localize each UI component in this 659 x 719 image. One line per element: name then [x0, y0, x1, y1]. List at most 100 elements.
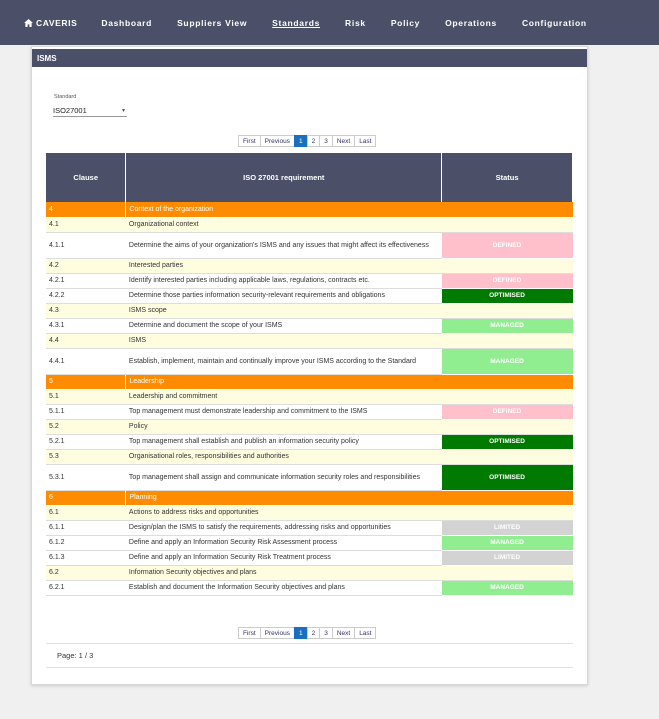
- page-2-button[interactable]: 2: [306, 627, 321, 639]
- status-cell: OPTIMISED: [441, 464, 573, 491]
- clause-cell: 6.1: [46, 505, 126, 521]
- divider: [46, 667, 573, 668]
- section-row[interactable]: 4 Context of the organization: [46, 202, 573, 218]
- subsection-row[interactable]: 4.3 ISMS scope: [46, 303, 573, 319]
- table-row[interactable]: 6.2.1 Establish and document the Informat…: [46, 580, 573, 596]
- clause-cell: 5: [46, 374, 126, 390]
- chevron-down-icon: ▾: [121, 108, 125, 114]
- next-page-button[interactable]: Next: [331, 135, 356, 147]
- page-3-button[interactable]: 3: [319, 135, 333, 147]
- table-row[interactable]: 4.4.1 Establish, implement, maintain and …: [46, 348, 573, 375]
- clause-cell: 5.3.1: [46, 464, 126, 491]
- status-cell: [441, 490, 573, 506]
- standard-select[interactable]: ISO27001 ▾: [53, 105, 127, 117]
- table-row[interactable]: 6.1.2 Define and apply an Information Sec…: [46, 535, 573, 551]
- status-cell: DEFINED: [441, 232, 573, 259]
- standard-label: Standard: [54, 94, 77, 100]
- page-info: Page: 1 / 3: [57, 651, 94, 660]
- table-row[interactable]: 4.2.1 Identify interested parties includi…: [46, 273, 573, 289]
- requirement-cell: Context of the organization: [125, 202, 442, 218]
- clause-cell: 4: [46, 202, 126, 218]
- clause-cell: 5.1: [46, 389, 126, 405]
- requirement-cell: Leadership: [125, 374, 442, 390]
- section-row[interactable]: 6 Planning: [46, 490, 573, 506]
- section-row[interactable]: 5 Leadership: [46, 374, 573, 390]
- column-header-requirement[interactable]: ISO 27001 requirement: [125, 153, 443, 202]
- requirement-cell: Determine and document the scope of your…: [125, 318, 442, 334]
- status-cell: [441, 505, 573, 521]
- clause-cell: 4.3: [46, 303, 126, 319]
- requirement-cell: Define and apply an Information Security…: [125, 535, 442, 551]
- clause-cell: 5.2.1: [46, 434, 126, 450]
- status-cell: MANAGED: [441, 580, 573, 596]
- isms-panel: ISMS Standard ISO27001 ▾ First Previous …: [31, 46, 588, 685]
- last-page-button[interactable]: Last: [354, 627, 377, 639]
- table-row[interactable]: 5.3.1 Top management shall assign and com…: [46, 464, 573, 491]
- subsection-row[interactable]: 5.2 Policy: [46, 419, 573, 435]
- clause-cell: 6.1.1: [46, 520, 126, 536]
- table-row[interactable]: 4.3.1 Determine and document the scope of…: [46, 318, 573, 334]
- nav-risk[interactable]: Risk: [345, 18, 366, 28]
- home-icon: [24, 18, 33, 27]
- clause-cell: 4.1.1: [46, 232, 126, 259]
- first-page-button[interactable]: First: [238, 627, 261, 639]
- requirement-cell: Leadership and commitment: [125, 389, 442, 405]
- status-cell: OPTIMISED: [441, 434, 573, 450]
- page-2-button[interactable]: 2: [306, 135, 321, 147]
- status-cell: MANAGED: [441, 318, 573, 334]
- page-3-button[interactable]: 3: [319, 627, 333, 639]
- table-row[interactable]: 4.1.1 Determine the aims of your organiza…: [46, 232, 573, 259]
- requirement-cell: Top management shall assign and communic…: [125, 464, 442, 491]
- previous-page-button[interactable]: Previous: [259, 135, 295, 147]
- column-header-clause[interactable]: Clause: [46, 153, 127, 202]
- previous-page-button[interactable]: Previous: [259, 627, 295, 639]
- status-cell: [441, 449, 573, 465]
- status-cell: [441, 389, 573, 405]
- table-row[interactable]: 6.1.1 Design/plan the ISMS to satisfy the…: [46, 520, 573, 536]
- requirement-cell: Determine those parties information secu…: [125, 288, 442, 304]
- requirement-cell: Design/plan the ISMS to satisfy the requ…: [125, 520, 442, 536]
- requirement-cell: Actions to address risks and opportuniti…: [125, 505, 442, 521]
- status-cell: [441, 565, 573, 581]
- nav-standards[interactable]: Standards: [272, 18, 320, 28]
- table-row[interactable]: 6.1.3 Define and apply an Information Sec…: [46, 550, 573, 566]
- status-cell: [441, 333, 573, 349]
- status-cell: MANAGED: [441, 535, 573, 551]
- pagination-bottom: First Previous 1 2 3 Next Last: [238, 627, 377, 639]
- standard-value: ISO27001: [53, 106, 87, 115]
- subsection-row[interactable]: 6.1 Actions to address risks and opportun…: [46, 505, 573, 521]
- brand[interactable]: CAVERIS: [24, 18, 77, 28]
- subsection-row[interactable]: 5.1 Leadership and commitment: [46, 389, 573, 405]
- clause-cell: 4.3.1: [46, 318, 126, 334]
- clause-cell: 4.4.1: [46, 348, 126, 375]
- table-row[interactable]: 5.2.1 Top management shall establish and …: [46, 434, 573, 450]
- nav-dashboard[interactable]: Dashboard: [101, 18, 152, 28]
- nav-suppliers-view[interactable]: Suppliers View: [177, 18, 247, 28]
- column-header-status[interactable]: Status: [441, 153, 573, 202]
- first-page-button[interactable]: First: [238, 135, 261, 147]
- status-cell: DEFINED: [441, 404, 573, 420]
- page-1-button[interactable]: 1: [293, 135, 308, 147]
- table-row[interactable]: 4.2.2 Determine those parties information…: [46, 288, 573, 304]
- nav-policy[interactable]: Policy: [391, 18, 420, 28]
- subsection-row[interactable]: 4.1 Organizational context: [46, 217, 573, 233]
- subsection-row[interactable]: 6.2 Information Security objectives and p…: [46, 565, 573, 581]
- subsection-row[interactable]: 4.4 ISMS: [46, 333, 573, 349]
- subsection-row[interactable]: 4.2 Interested parties: [46, 258, 573, 274]
- subsection-row[interactable]: 5.3 Organisational roles, responsibilitie…: [46, 449, 573, 465]
- next-page-button[interactable]: Next: [331, 627, 356, 639]
- clause-cell: 4.2.2: [46, 288, 126, 304]
- requirements-table: Clause ISO 27001 requirement Status 4 Con…: [46, 153, 573, 596]
- nav-configuration[interactable]: Configuration: [522, 18, 587, 28]
- requirement-cell: Identify interested parties including ap…: [125, 273, 442, 289]
- table-row[interactable]: 5.1.1 Top management must demonstrate lea…: [46, 404, 573, 420]
- clause-cell: 4.4: [46, 333, 126, 349]
- table-header-row: Clause ISO 27001 requirement Status: [46, 153, 573, 202]
- status-cell: LIMITED: [441, 520, 573, 536]
- page-1-button[interactable]: 1: [293, 627, 308, 639]
- nav-operations[interactable]: Operations: [445, 18, 497, 28]
- clause-cell: 5.2: [46, 419, 126, 435]
- last-page-button[interactable]: Last: [354, 135, 377, 147]
- table-body: 4 Context of the organization 4.1 Organizat…: [46, 202, 573, 596]
- status-cell: [441, 217, 573, 233]
